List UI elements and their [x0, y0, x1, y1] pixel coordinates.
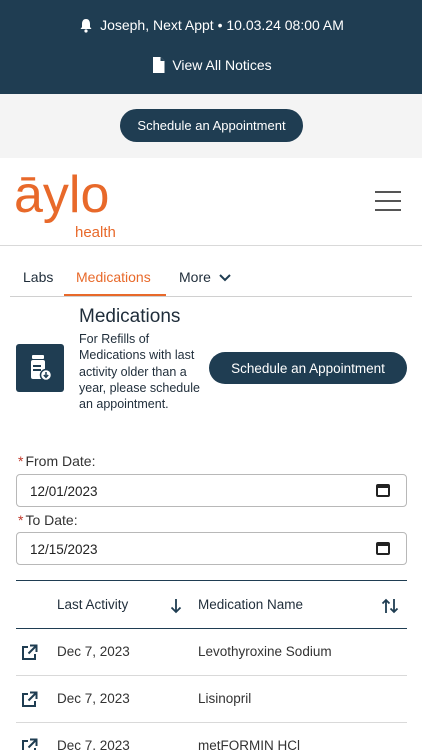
to-date-value: 12/15/2023	[30, 542, 98, 557]
pill-bottle-download-icon	[16, 344, 64, 392]
next-appointment-notice[interactable]: Joseph, Next Appt • 10.03.24 08:00 AM	[0, 17, 422, 33]
table-top-border	[16, 580, 407, 581]
hamburger-icon[interactable]	[372, 189, 404, 213]
medications-title: Medications	[79, 306, 181, 327]
from-date-input[interactable]: 12/01/2023	[16, 474, 407, 507]
row-medication-name: Lisinopril	[198, 691, 252, 706]
external-link-icon[interactable]	[21, 691, 38, 708]
calendar-icon[interactable]	[376, 484, 390, 497]
tab-more-label: More	[179, 269, 211, 285]
cta-band: Schedule an Appointment	[0, 94, 422, 158]
required-marker: *	[18, 453, 24, 469]
row-medication-name: Levothyroxine Sodium	[198, 644, 332, 659]
bell-icon	[78, 17, 94, 33]
section-tabs: Labs Medications More	[0, 262, 422, 298]
aylo-health-logo[interactable]: āylo health	[14, 166, 134, 242]
sort-toggle-icon[interactable]	[381, 598, 399, 614]
medications-description: For Refills of Medications with last act…	[79, 332, 200, 412]
column-header-medication-name[interactable]: Medication Name	[198, 597, 303, 612]
from-date-label: * From Date:	[18, 453, 96, 469]
schedule-appointment-button[interactable]: Schedule an Appointment	[209, 352, 407, 384]
site-header: āylo health	[0, 158, 422, 246]
calendar-icon[interactable]	[376, 542, 390, 555]
logo-subtext: health	[75, 224, 116, 241]
tab-more[interactable]: More	[179, 269, 231, 285]
row-date: Dec 7, 2023	[57, 691, 130, 706]
external-link-icon[interactable]	[21, 738, 38, 750]
required-marker: *	[18, 512, 24, 528]
chevron-down-icon	[219, 269, 231, 285]
column-header-last-activity[interactable]: Last Activity	[57, 597, 128, 612]
document-icon	[150, 57, 166, 73]
view-all-notices-label: View All Notices	[172, 57, 272, 73]
to-date-input[interactable]: 12/15/2023	[16, 532, 407, 565]
logo-wordmark: āylo	[14, 166, 109, 224]
from-date-value: 12/01/2023	[30, 484, 98, 499]
external-link-icon[interactable]	[21, 644, 38, 661]
row-medication-name: metFORMIN HCl	[198, 738, 300, 750]
table-row: Dec 7, 2023 metFORMIN HCl	[16, 723, 407, 750]
to-date-label: * To Date:	[18, 512, 78, 528]
tab-labs[interactable]: Labs	[23, 269, 53, 285]
view-all-notices-link[interactable]: View All Notices	[0, 57, 422, 73]
table-row: Dec 7, 2023 Lisinopril	[16, 676, 407, 723]
table-row: Dec 7, 2023 Levothyroxine Sodium	[16, 629, 407, 676]
notice-bar: Joseph, Next Appt • 10.03.24 08:00 AM Vi…	[0, 0, 422, 94]
next-appointment-text: Joseph, Next Appt • 10.03.24 08:00 AM	[100, 17, 344, 33]
row-date: Dec 7, 2023	[57, 738, 130, 750]
tabs-divider	[10, 296, 412, 297]
tab-medications[interactable]: Medications	[76, 269, 151, 285]
schedule-appointment-button-top[interactable]: Schedule an Appointment	[120, 109, 303, 142]
row-date: Dec 7, 2023	[57, 644, 130, 659]
sort-descending-icon[interactable]	[169, 598, 183, 614]
